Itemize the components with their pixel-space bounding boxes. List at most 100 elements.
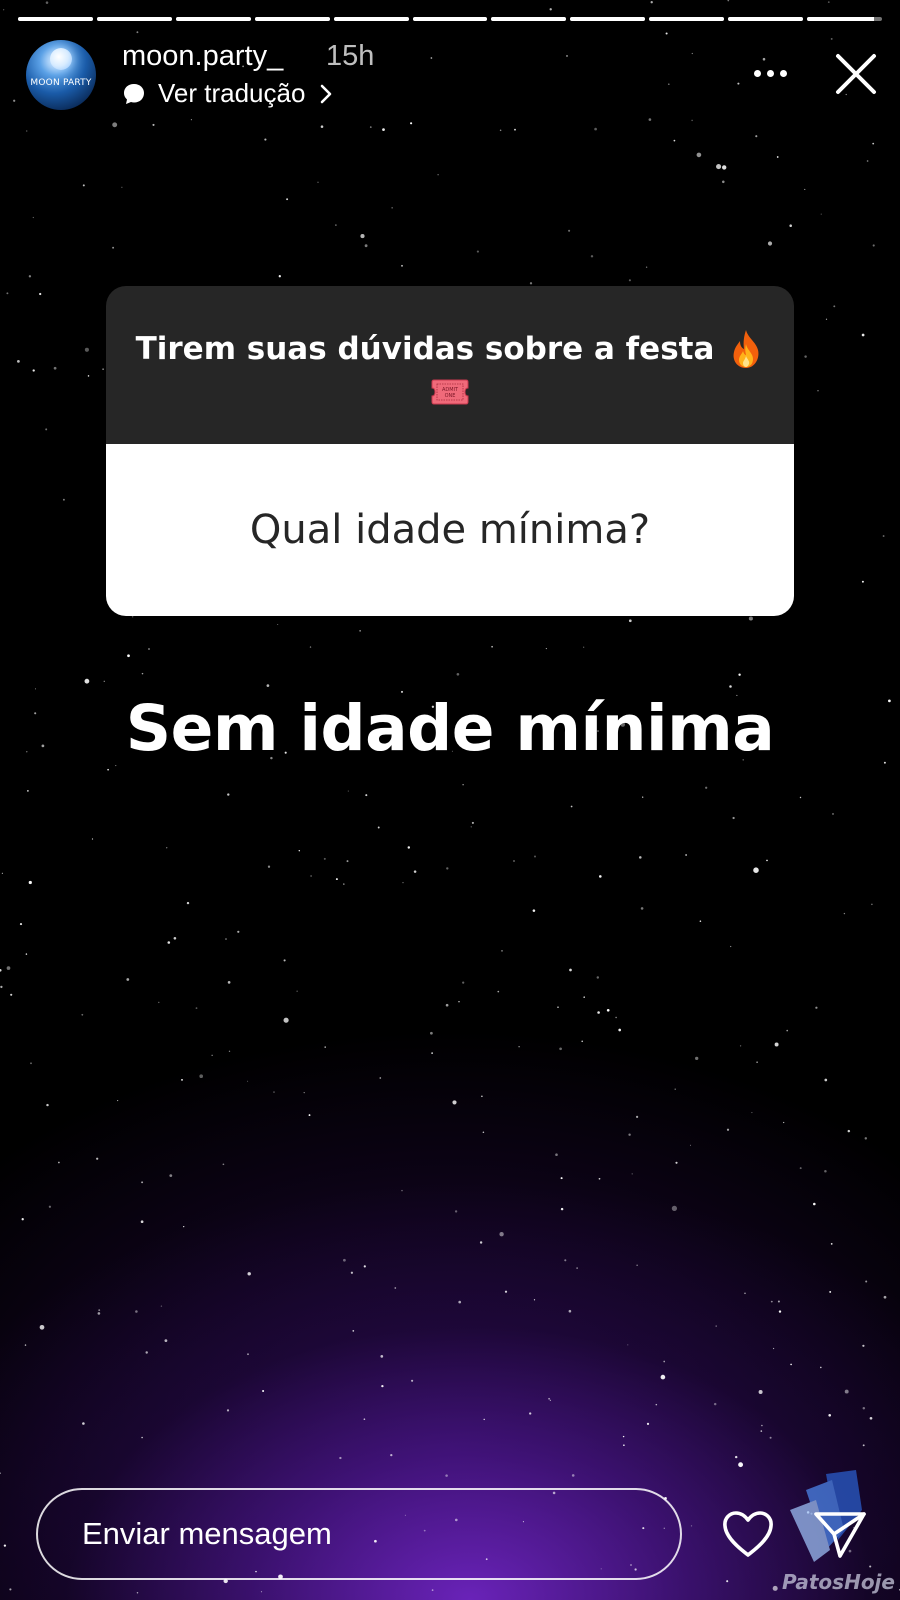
star	[773, 1347, 775, 1350]
avatar[interactable]: MOON PARTY	[26, 40, 96, 110]
star	[350, 1271, 354, 1274]
star	[844, 1389, 849, 1394]
star	[343, 1258, 346, 1262]
progress-segment-fill	[491, 17, 567, 21]
more-options-button[interactable]	[748, 60, 792, 86]
star	[481, 1095, 483, 1098]
question-text: Qual idade mínima?	[249, 507, 651, 553]
star	[407, 846, 411, 849]
progress-segment-fill	[96, 17, 172, 21]
star	[431, 1589, 434, 1591]
star	[402, 882, 404, 884]
star	[627, 1344, 629, 1346]
star	[211, 1054, 213, 1056]
send-message-input[interactable]: Enviar mensagem	[36, 1488, 682, 1580]
star	[695, 1056, 699, 1061]
star	[847, 1129, 851, 1133]
star	[646, 1422, 650, 1426]
star	[379, 1077, 382, 1079]
star	[81, 1013, 84, 1016]
progress-segment-fill	[570, 17, 646, 21]
star	[6, 966, 11, 970]
see-translation-label: Ver tradução	[158, 78, 306, 108]
star	[804, 355, 807, 358]
star	[115, 765, 117, 767]
star	[454, 1210, 458, 1213]
star	[391, 207, 393, 209]
star	[296, 990, 298, 992]
star	[166, 847, 168, 849]
star	[598, 1177, 601, 1180]
star	[3, 9, 5, 11]
question-sticker[interactable]: Tirem suas dúvidas sobre a festa ADMIT O…	[106, 286, 794, 616]
star	[167, 941, 171, 944]
star	[769, 1436, 772, 1439]
star	[737, 82, 740, 85]
star	[107, 768, 109, 771]
star	[1, 872, 3, 874]
more-horizontal-icon-dot	[766, 69, 774, 77]
star	[32, 216, 34, 219]
star	[199, 1074, 204, 1079]
star	[343, 883, 345, 885]
star	[456, 672, 460, 676]
star	[861, 333, 865, 337]
star	[262, 1389, 265, 1393]
star	[303, 1092, 305, 1094]
star	[347, 790, 349, 792]
star	[226, 1409, 230, 1412]
star	[640, 907, 644, 910]
star	[308, 1114, 311, 1117]
progress-segment	[728, 17, 804, 21]
paper-plane-icon[interactable]	[812, 1508, 868, 1560]
star	[497, 990, 500, 993]
heart-icon[interactable]	[720, 1508, 776, 1560]
star	[84, 347, 89, 352]
star	[380, 1355, 384, 1358]
star	[452, 1100, 457, 1105]
star	[228, 1050, 231, 1052]
star	[0, 985, 3, 989]
star	[3, 1544, 7, 1547]
star	[141, 672, 144, 675]
star	[369, 126, 372, 128]
star	[462, 784, 464, 786]
star	[615, 1016, 617, 1019]
star	[28, 275, 32, 278]
star	[806, 1511, 810, 1514]
star	[568, 1309, 572, 1313]
close-icon[interactable]	[832, 50, 880, 98]
star	[346, 860, 349, 863]
star	[237, 930, 240, 933]
star	[382, 128, 385, 131]
star	[623, 1444, 625, 1446]
star	[53, 366, 57, 370]
star	[655, 1403, 658, 1406]
star	[470, 826, 472, 828]
star	[583, 646, 585, 648]
star	[6, 292, 9, 295]
star	[96, 1157, 99, 1160]
star	[97, 1312, 101, 1315]
progress-segment-fill	[807, 17, 875, 21]
star	[364, 244, 368, 248]
star	[273, 1091, 275, 1093]
star	[776, 156, 779, 158]
star	[411, 1379, 414, 1382]
star	[309, 646, 312, 648]
star	[446, 867, 449, 870]
more-horizontal-icon-dot	[779, 69, 787, 77]
star	[618, 1028, 622, 1032]
star	[160, 1305, 163, 1307]
progress-segment	[412, 17, 488, 21]
send-message-placeholder: Enviar mensagem	[82, 1516, 332, 1551]
story-username[interactable]: moon.party_	[122, 40, 283, 73]
star	[639, 856, 642, 859]
star	[278, 275, 281, 278]
star	[832, 813, 834, 815]
star	[862, 1407, 866, 1410]
star	[28, 880, 32, 885]
star	[310, 875, 312, 877]
see-translation-link[interactable]: Ver tradução	[122, 78, 335, 109]
star	[751, 1112, 753, 1114]
